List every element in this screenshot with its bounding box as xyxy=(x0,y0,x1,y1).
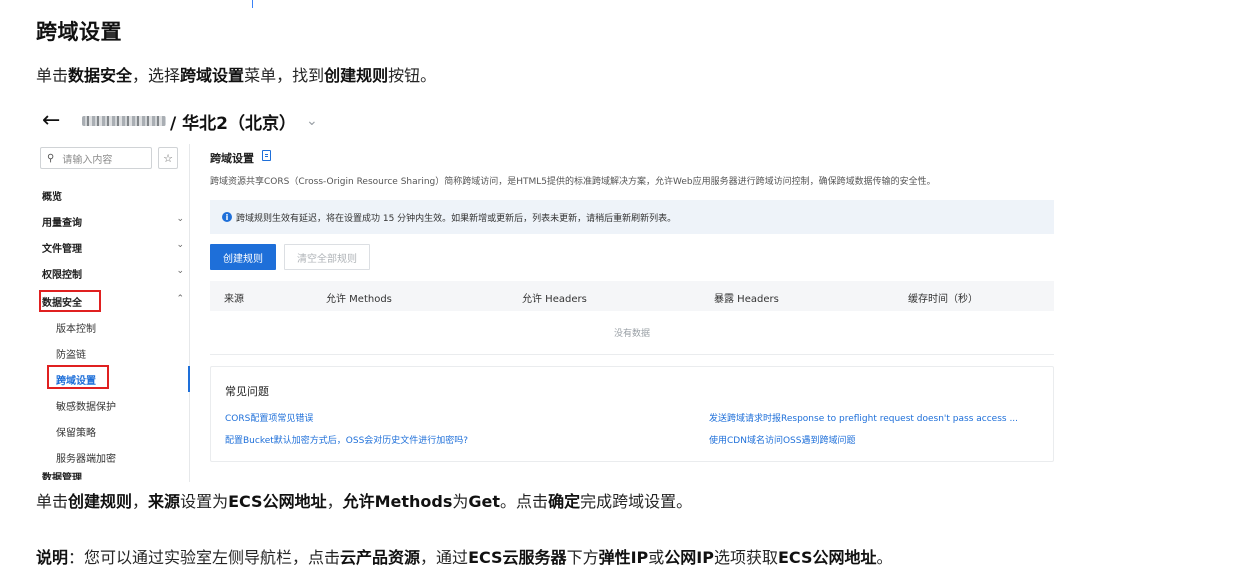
clear-all-rules-button[interactable]: 清空全部规则 xyxy=(284,244,370,270)
emphasis-text: 数据安全 xyxy=(68,66,133,85)
emphasis-text: ECS公网地址 xyxy=(228,492,327,511)
emphasis-text: Get xyxy=(468,492,501,511)
chevron-down-icon: ⌄ xyxy=(176,266,184,276)
notice-banner: i 跨域规则生效有延迟，将在设置成功 15 分钟内生效。如果新增或更新后，列表未… xyxy=(210,200,1054,234)
sidebar-divider xyxy=(189,144,190,482)
chevron-down-icon[interactable]: ⌄ xyxy=(306,113,318,129)
emphasis-text: 来源 xyxy=(148,492,181,511)
column-header-max-age: 缓存时间（秒） xyxy=(908,294,978,305)
body-text: 菜单，找到 xyxy=(244,66,325,85)
chevron-down-icon: ⌄ xyxy=(176,240,184,250)
body-text: 单击 xyxy=(36,492,69,511)
emphasis-text: 跨域设置 xyxy=(180,66,245,85)
emphasis-text: 弹性IP xyxy=(598,548,649,567)
doc-instruction-2: 单击创建规则，来源设置为ECS公网地址，允许Methods为Get。点击确定完成… xyxy=(36,488,692,512)
sidebar-subitem-sensitive-data[interactable]: 敏感数据保护 xyxy=(56,398,116,413)
sidebar-item-overview[interactable]: 概览 xyxy=(42,188,184,203)
faq-link[interactable]: 使用CDN域名访问OSS遇到跨域问题 xyxy=(709,433,855,446)
page-title: 跨域设置 xyxy=(210,152,254,165)
highlight-box-cors xyxy=(47,365,109,389)
sidebar-item-data-management[interactable]: 数据管理 xyxy=(42,472,82,480)
emphasis-text: ECS云服务器 xyxy=(468,548,567,567)
search-icon: ⚲ xyxy=(47,152,55,164)
body-text: 设置为 xyxy=(180,492,229,511)
faq-link[interactable]: 配置Bucket默认加密方式后，OSS会对历史文件进行加密吗? xyxy=(225,433,468,446)
page-description: 跨域资源共享CORS（Cross-Origin Resource Sharing… xyxy=(210,177,936,187)
faq-link[interactable]: CORS配置项常见错误 xyxy=(225,411,313,424)
sidebar-subitem-retention[interactable]: 保留策略 xyxy=(56,424,96,439)
column-header-origin: 来源 xyxy=(224,294,244,305)
table-empty-state: 没有数据 xyxy=(210,311,1054,355)
chevron-down-icon: ⌄ xyxy=(176,214,184,224)
body-text: 按钮。 xyxy=(388,66,437,85)
bucket-name-redacted xyxy=(82,116,166,126)
body-text: 下方 xyxy=(566,548,599,567)
body-text: ，通过 xyxy=(420,548,469,567)
emphasis-text: 公网IP xyxy=(664,548,714,567)
emphasis-text: 创建规则 xyxy=(68,492,133,511)
faq-title: 常见问题 xyxy=(225,385,269,398)
sidebar-item-label: 概览 xyxy=(42,192,62,203)
faq-link[interactable]: 发送跨域请求时报Response to preflight request do… xyxy=(709,411,1018,424)
column-header-expose-headers: 暴露 Headers xyxy=(714,294,779,305)
body-text: 。 xyxy=(876,548,893,567)
chevron-up-icon: ⌃ xyxy=(176,294,184,304)
body-text: ：您可以通过实验室左侧导航栏，点击 xyxy=(68,548,341,567)
emphasis-text: 确定 xyxy=(548,492,581,511)
body-text: ，选择 xyxy=(132,66,181,85)
emphasis-text: 云产品资源 xyxy=(340,548,421,567)
body-text: 完成跨域设置。 xyxy=(580,492,693,511)
sidebar-subitem-versioning[interactable]: 版本控制 xyxy=(56,320,96,335)
highlight-box-data-security xyxy=(39,290,101,312)
search-placeholder: 请输入内容 xyxy=(62,154,113,166)
doc-section-title: 跨域设置 xyxy=(36,20,122,44)
body-text: ， xyxy=(132,492,149,511)
star-icon[interactable]: ☆ xyxy=(158,147,178,169)
region-label: / 华北2（北京） xyxy=(170,113,296,134)
sidebar-active-indicator xyxy=(188,366,190,392)
sidebar-item-files[interactable]: 文件管理 ⌄ xyxy=(42,240,184,255)
sidebar-subitem-hotlink[interactable]: 防盗链 xyxy=(56,346,86,361)
document-icon[interactable] xyxy=(262,150,271,161)
sidebar-search-input[interactable]: ⚲ 请输入内容 xyxy=(40,147,152,169)
body-text: 为 xyxy=(452,492,469,511)
back-arrow-icon[interactable]: ← xyxy=(36,110,76,132)
sidebar-item-permissions[interactable]: 权限控制 ⌄ xyxy=(42,266,184,281)
column-header-allow-headers: 允许 Headers xyxy=(522,294,587,305)
body-text: 选项获取 xyxy=(713,548,778,567)
table-header: 来源 允许 Methods 允许 Headers 暴露 Headers 缓存时间… xyxy=(210,281,1054,311)
console-header: ← / 华北2（北京） ⌄ xyxy=(36,104,318,138)
top-divider-tick xyxy=(252,0,253,8)
body-text: 。点击 xyxy=(500,492,549,511)
body-text: 或 xyxy=(648,548,665,567)
notice-text: 跨域规则生效有延迟，将在设置成功 15 分钟内生效。如果新增或更新后，列表未更新… xyxy=(236,213,677,224)
emphasis-text: 说明 xyxy=(36,548,69,567)
doc-instruction-1: 单击数据安全，选择跨域设置菜单，找到创建规则按钮。 xyxy=(36,62,436,86)
faq-panel: 常见问题 CORS配置项常见错误 发送跨域请求时报Response to pre… xyxy=(210,366,1054,462)
info-icon: i xyxy=(222,212,232,222)
doc-note: 说明：您可以通过实验室左侧导航栏，点击云产品资源，通过ECS云服务器下方弹性IP… xyxy=(36,544,893,568)
body-text: ， xyxy=(326,492,343,511)
sidebar-subitem-encryption[interactable]: 服务器端加密 xyxy=(56,450,116,465)
body-text: 单击 xyxy=(36,66,69,85)
sidebar-item-usage[interactable]: 用量查询 ⌄ xyxy=(42,214,184,229)
sidebar-item-label: 权限控制 xyxy=(42,270,82,281)
create-rule-button[interactable]: 创建规则 xyxy=(210,244,276,270)
sidebar-item-label: 用量查询 xyxy=(42,218,82,229)
sidebar-item-label: 文件管理 xyxy=(42,244,82,255)
emphasis-text: 创建规则 xyxy=(324,66,389,85)
console-screenshot: ← / 华北2（北京） ⌄ ⚲ 请输入内容 ☆ 概览 用量查询 ⌄ 文件管理 ⌄ 权… xyxy=(36,104,1056,482)
column-header-methods: 允许 Methods xyxy=(326,294,392,305)
emphasis-text: 允许Methods xyxy=(342,492,453,511)
emphasis-text: ECS公网地址 xyxy=(777,548,877,567)
